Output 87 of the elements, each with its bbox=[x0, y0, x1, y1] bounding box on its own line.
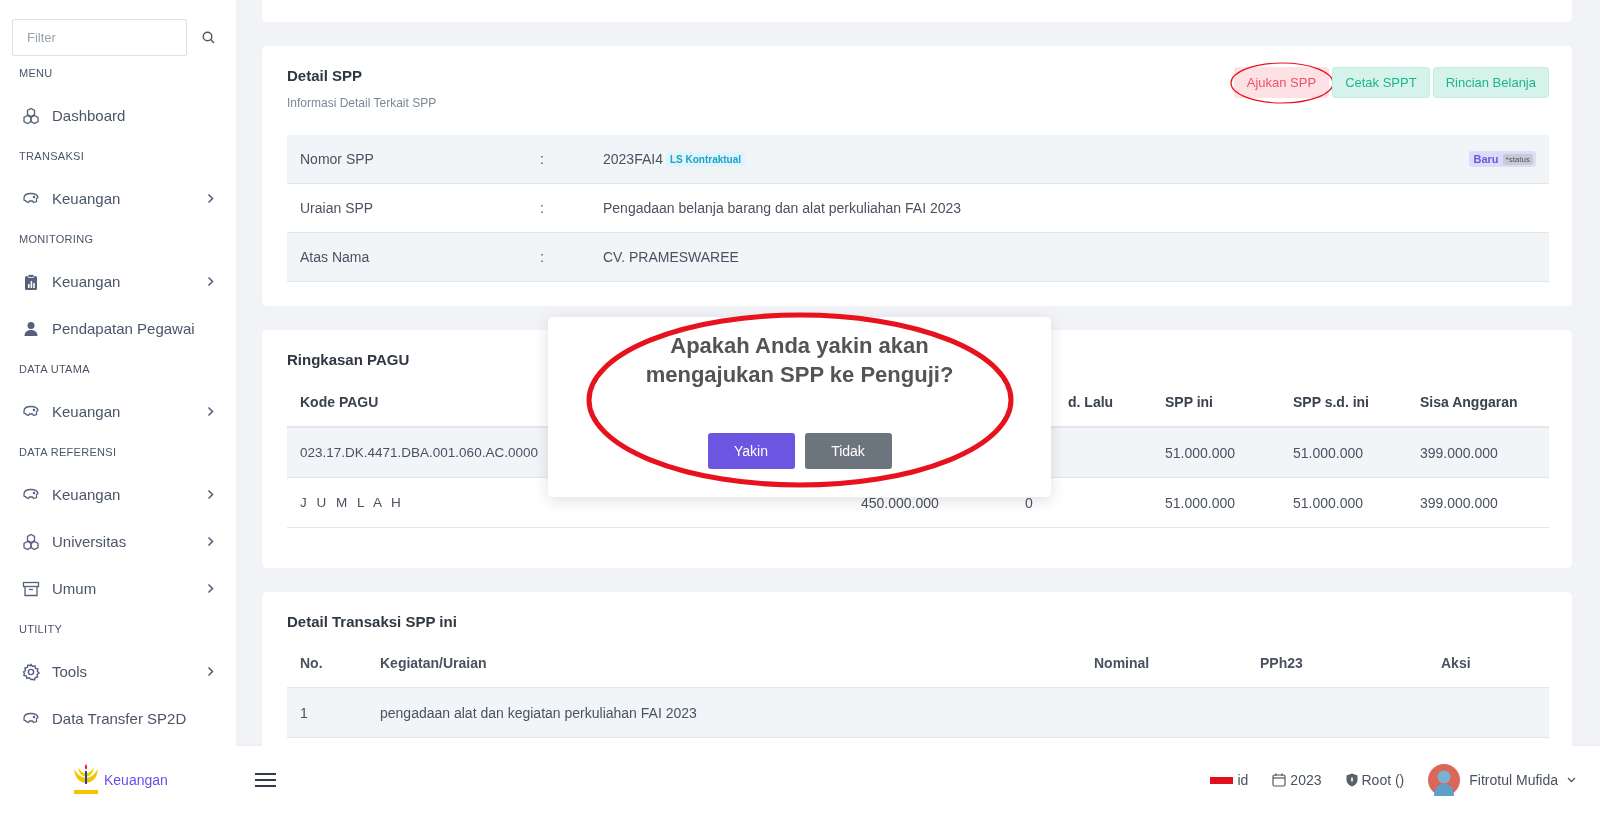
separator-text: : bbox=[540, 200, 545, 216]
nav-item[interactable]: Dashboard bbox=[0, 92, 236, 139]
calendar-icon bbox=[1272, 773, 1287, 787]
section-heading: TRANSAKSI bbox=[19, 149, 86, 164]
nav-item[interactable]: Keuangan bbox=[0, 175, 236, 222]
shield-icon bbox=[1345, 773, 1358, 787]
table-cell: 023.17.DK.4471.DBA.001.060.AC.0000 bbox=[300, 445, 538, 460]
column-header: SPP ini bbox=[1165, 393, 1213, 410]
field-label: Nomor SPP bbox=[299, 151, 375, 167]
field-value: 2023FAI4 bbox=[603, 151, 663, 167]
person-icon bbox=[22, 319, 40, 338]
section-heading: UTILITY bbox=[19, 622, 64, 637]
status-label: Baru bbox=[1473, 153, 1499, 165]
language-selector[interactable]: id bbox=[1210, 772, 1249, 788]
table-cell: 399.000.000 bbox=[1420, 444, 1498, 461]
year-selector[interactable]: 2023 bbox=[1272, 772, 1322, 788]
separator-text: : bbox=[540, 249, 545, 265]
column-header: Nominal bbox=[1094, 654, 1150, 671]
column-header: SPP s.d. ini bbox=[1293, 393, 1369, 410]
dialog-button[interactable]: Yakin bbox=[707, 433, 795, 469]
search-icon[interactable] bbox=[202, 31, 215, 44]
nav-item[interactable]: Tools bbox=[0, 648, 236, 695]
column-header: d. Lalu bbox=[1068, 393, 1114, 410]
field-label: Atas Nama bbox=[299, 249, 371, 265]
settings-icon bbox=[22, 662, 40, 681]
nav-label: Keuangan bbox=[52, 273, 122, 290]
column-header: Aksi bbox=[1441, 654, 1471, 671]
chevron-down-icon bbox=[1567, 777, 1576, 783]
dialog-button[interactable]: Tidak bbox=[804, 433, 892, 469]
field-value: Pengadaan belanja barang dan alat perkuliahan FAI 2023 bbox=[603, 200, 962, 216]
nav-item[interactable]: Data Transfer SP2D bbox=[0, 695, 236, 742]
nav-label: Pendapatan Pegawai bbox=[52, 320, 196, 337]
filter-field[interactable]: Filter bbox=[12, 19, 187, 56]
card-title: Detail Transaksi SPP ini bbox=[287, 612, 457, 632]
menu-icon[interactable] bbox=[255, 772, 276, 788]
nav-label: Keuangan bbox=[52, 486, 122, 503]
table-cell: pengadaan alat dan kegiatan perkuliahan FAI 2023 bbox=[380, 704, 697, 721]
role-selector[interactable]: Root () bbox=[1345, 772, 1405, 788]
table-cell: 51.000.000 bbox=[1293, 494, 1364, 511]
section-heading: MENU bbox=[19, 66, 54, 81]
column-header: Kode PAGU bbox=[300, 393, 379, 410]
table-cell: 51.000.000 bbox=[1293, 444, 1364, 461]
table-cell: 51.000.000 bbox=[1165, 444, 1236, 461]
nav-label: Data Transfer SP2D bbox=[52, 710, 188, 727]
table-cell: J U M L A H bbox=[300, 495, 404, 510]
nav-label: Keuangan bbox=[52, 403, 122, 420]
table-cell: 0 bbox=[1025, 494, 1033, 511]
nav-item[interactable]: Keuangan bbox=[0, 388, 236, 435]
section-heading: MONITORING bbox=[19, 232, 95, 247]
column-header: No. bbox=[300, 654, 323, 671]
field-value: CV. PRAMESWAREE bbox=[603, 249, 739, 265]
card-title: Ringkasan PAGU bbox=[287, 350, 410, 370]
section-heading: DATA REFERENSI bbox=[19, 445, 118, 460]
nav-label: Universitas bbox=[52, 533, 128, 550]
status-note: *status bbox=[1502, 153, 1533, 165]
archive-icon bbox=[22, 579, 40, 598]
cubes-icon bbox=[22, 532, 40, 551]
table-cell: 450.000.000 bbox=[861, 494, 939, 511]
nav-item[interactable]: Keuangan bbox=[0, 258, 236, 305]
flag-icon bbox=[1210, 776, 1234, 784]
card-subtitle: Informasi Detail Terkait SPP bbox=[287, 96, 437, 110]
column-header: Kegiatan/Uraian bbox=[380, 654, 487, 671]
avatar bbox=[1428, 764, 1461, 796]
separator-text: : bbox=[540, 151, 545, 167]
nav-item[interactable]: Pendapatan Pegawai bbox=[0, 305, 236, 352]
table-cell: 51.000.000 bbox=[1165, 494, 1236, 511]
nav-item[interactable]: Umum bbox=[0, 565, 236, 612]
brand-name: Keuangan bbox=[104, 772, 168, 788]
nav-label: Dashboard bbox=[52, 107, 127, 124]
nav-item[interactable]: Universitas bbox=[0, 518, 236, 565]
clipboard-chart-icon bbox=[22, 272, 40, 291]
logo-icon bbox=[71, 763, 101, 797]
field-label: Uraian SPP bbox=[299, 200, 375, 216]
table-cell: 399.000.000 bbox=[1420, 494, 1498, 511]
user-menu[interactable]: Fitrotul Mufida bbox=[1428, 764, 1576, 796]
nav-label: Keuangan bbox=[52, 190, 122, 207]
nav-label: Tools bbox=[52, 663, 89, 680]
column-header: PPh23 bbox=[1260, 654, 1303, 671]
card-title: Detail SPP bbox=[287, 66, 363, 86]
section-heading: DATA UTAMA bbox=[19, 362, 91, 377]
nav-label: Umum bbox=[52, 580, 98, 597]
table-cell: 1 bbox=[300, 704, 308, 721]
cubes-icon bbox=[22, 106, 40, 125]
dialog-title: Apakah Anda yakin akan mengajukan SPP ke Penguji? bbox=[644, 332, 955, 389]
type-badge: LS Kontraktual bbox=[665, 151, 746, 167]
column-header: Sisa Anggaran bbox=[1420, 393, 1518, 410]
nav-item[interactable]: Keuangan bbox=[0, 471, 236, 518]
